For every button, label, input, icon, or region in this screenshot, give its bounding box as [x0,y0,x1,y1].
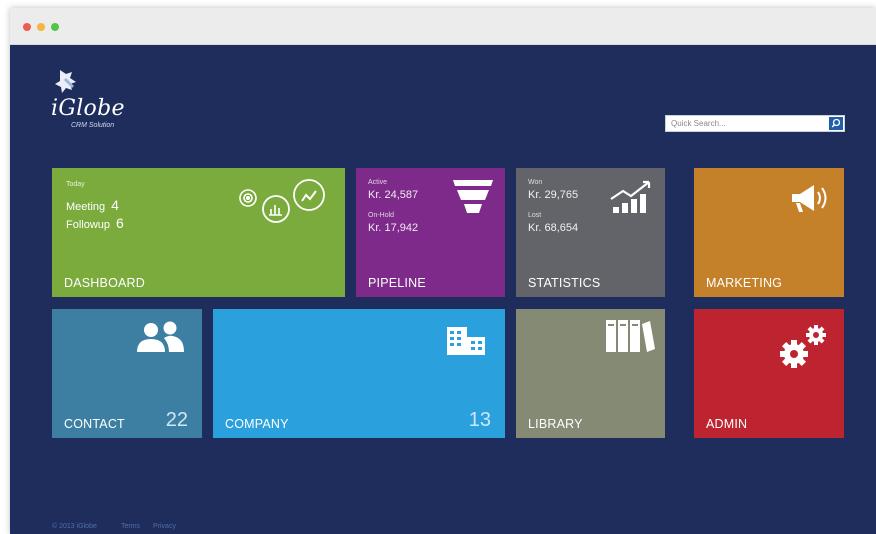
funnel-icon [453,180,493,213]
tile-library-title: LIBRARY [528,417,583,431]
tile-marketing-title: MARKETING [706,276,783,290]
company-count: 13 [468,409,491,431]
tile-admin-title: ADMIN [706,417,748,431]
search-button[interactable] [829,117,843,130]
today-label: Today [66,181,85,188]
maximize-window-button[interactable] [51,23,59,31]
bar-chart-circle-icon [262,195,290,223]
tile-pipeline[interactable]: Active Kr. 24,587 On-Hold Kr. 17,942 PIP… [356,168,505,297]
tile-library[interactable]: LIBRARY [516,309,665,438]
active-value: Kr. 24,587 [368,189,419,201]
tile-dashboard-title: DASHBOARD [64,276,145,290]
quick-search-input[interactable] [666,116,827,131]
minimize-window-button[interactable] [37,23,45,31]
quick-search [665,115,845,132]
lost-value: Kr. 68,654 [528,222,579,234]
window-titlebar [10,8,876,45]
tile-dashboard[interactable]: Today Meeting 4 Followup 6 DASHBOARD [52,168,345,297]
tile-admin[interactable]: ADMIN [694,309,844,438]
footer-copyright: © 2013 iGlobe [52,523,97,530]
followup-count: 6 [116,215,124,231]
dashboard-icons [239,179,325,223]
close-window-button[interactable] [23,23,31,31]
won-value: Kr. 29,765 [528,189,579,201]
users-icon [137,321,184,352]
search-icon [831,118,841,128]
tile-company-title: COMPANY [225,417,289,431]
tile-marketing[interactable]: MARKETING [694,168,844,297]
won-label: Won [528,179,543,186]
gears-icon [780,325,826,368]
brand-name: iGlobe [51,96,125,121]
tile-contact-title: CONTACT [64,417,125,431]
megaphone-icon [792,185,827,212]
footer-terms-link[interactable]: Terms [121,523,140,530]
tile-contact[interactable]: CONTACT 22 [52,309,202,438]
books-icon [606,320,655,352]
app-window: iGlobe CRM Solution Today Meeting 4 Follo… [10,8,876,534]
line-chart-circle-icon [293,179,325,211]
contact-count: 22 [165,409,188,431]
meeting-count: 4 [111,197,119,213]
building-icon [447,327,485,355]
lost-label: Lost [528,212,542,219]
tile-statistics[interactable]: Won Kr. 29,765 Lost Kr. 68,654 STATISTIC… [516,168,665,297]
meeting-label: Meeting [66,201,106,213]
trend-chart-icon [610,180,651,213]
brand-tagline: CRM Solution [71,122,115,129]
onhold-value: Kr. 17,942 [368,222,419,234]
footer-privacy-link[interactable]: Privacy [153,523,176,530]
meeting-stat: Meeting 4 [66,197,119,213]
tile-statistics-title: STATISTICS [528,276,601,290]
followup-label: Followup [66,219,111,231]
followup-stat: Followup 6 [66,215,124,231]
tile-company[interactable]: COMPANY 13 [213,309,505,438]
active-label: Active [368,179,388,186]
onhold-label: On-Hold [368,212,395,219]
tile-pipeline-title: PIPELINE [368,276,426,290]
target-icon [239,189,257,207]
